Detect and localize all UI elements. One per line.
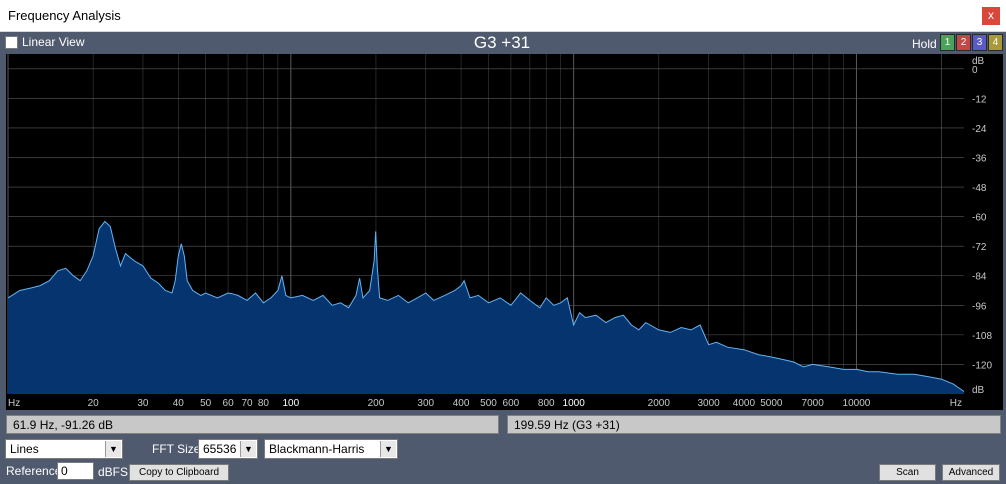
scan-button[interactable]: Scan [879,464,936,481]
y-tick-label: -72 [972,242,987,253]
window-title: Frequency Analysis [8,8,121,23]
x-tick-label: 800 [538,398,555,409]
x-tick-label: 70 [241,398,253,409]
hold-button-2[interactable]: 2 [956,34,971,51]
x-tick-label: 80 [258,398,270,409]
display-mode-value: Lines [10,442,39,456]
y-tick-label: -24 [972,124,987,135]
linear-view-checkbox[interactable] [5,36,18,49]
x-tick-label: 4000 [733,398,756,409]
x-tick-label: 400 [453,398,470,409]
hold-button-1[interactable]: 1 [940,34,955,51]
x-tick-label: 1000 [563,398,586,409]
spectrum-chart[interactable]: 0-12-24-36-48-60-72-84-96-108-120dBdB20 3… [6,54,1003,410]
x-tick-label: 7000 [802,398,825,409]
y-tick-label: -12 [972,94,987,105]
hold-button-4[interactable]: 4 [988,34,1003,51]
x-tick-label: 30 [137,398,149,409]
y-tick-label: -48 [972,183,987,194]
cursor-readout: 61.9 Hz, -91.26 dB [6,415,499,434]
x-tick-label: 40 [173,398,185,409]
copy-to-clipboard-button[interactable]: Copy to Clipboard [129,464,229,481]
reference-label: Reference [6,464,62,478]
x-tick-label: 100 [282,398,299,409]
display-mode-select[interactable]: Lines ▼ [5,439,123,459]
title-bar: Frequency Analysis x [0,0,1006,32]
x-tick-label: 20 [88,398,100,409]
fft-size-value: 65536 [203,442,237,456]
x-tick-label: 600 [503,398,520,409]
close-button[interactable]: x [982,7,1000,25]
x-unit-label-right: Hz [950,398,962,409]
window-function-value: Blackmann-Harris [269,442,365,456]
advanced-button[interactable]: Advanced [942,464,1000,481]
fft-size-label: FFT Size [152,442,201,456]
window-function-select[interactable]: Blackmann-Harris ▼ [264,439,398,459]
toolbar: Linear View G3 +31 Hold 1 2 3 4 [0,32,1006,54]
y-tick-label: -84 [972,272,987,283]
spectrum-area [8,221,964,394]
hold-button-3[interactable]: 3 [972,34,987,51]
y-tick-label: -60 [972,213,987,224]
x-unit-label: Hz [8,398,20,409]
x-tick-label: 500 [480,398,497,409]
y-unit-label-bottom: dB [972,385,985,396]
reference-unit: dBFS [98,465,129,479]
note-readout: G3 +31 [473,33,531,52]
y-tick-label: -96 [972,301,987,312]
y-tick-label: -36 [972,153,987,164]
x-tick-label: 50 [200,398,212,409]
y-unit-label: dB [972,56,985,67]
x-tick-label: 60 [223,398,235,409]
hold-label: Hold [912,37,937,51]
x-tick-label: 10000 [843,398,871,409]
fft-size-select[interactable]: 65536 ▼ [198,439,258,459]
y-tick-label: -120 [972,360,992,371]
linear-view-label[interactable]: Linear View [22,35,84,49]
chevron-down-icon: ▼ [240,441,256,457]
reference-input[interactable]: 0 [57,462,94,480]
x-tick-label: 300 [417,398,434,409]
chevron-down-icon: ▼ [380,441,396,457]
x-tick-label: 2000 [648,398,671,409]
peak-readout: 199.59 Hz (G3 +31) [507,415,1001,434]
chevron-down-icon: ▼ [105,441,121,457]
x-tick-label: 200 [368,398,385,409]
x-tick-label: 3000 [697,398,720,409]
y-tick-label: -108 [972,331,992,342]
x-tick-label: 5000 [760,398,783,409]
spectrum-plot[interactable]: 0 -12 -24 -36 -48 -60 -72 -84 -96 -108 -120 dB dB 20 3… [6,54,1003,410]
